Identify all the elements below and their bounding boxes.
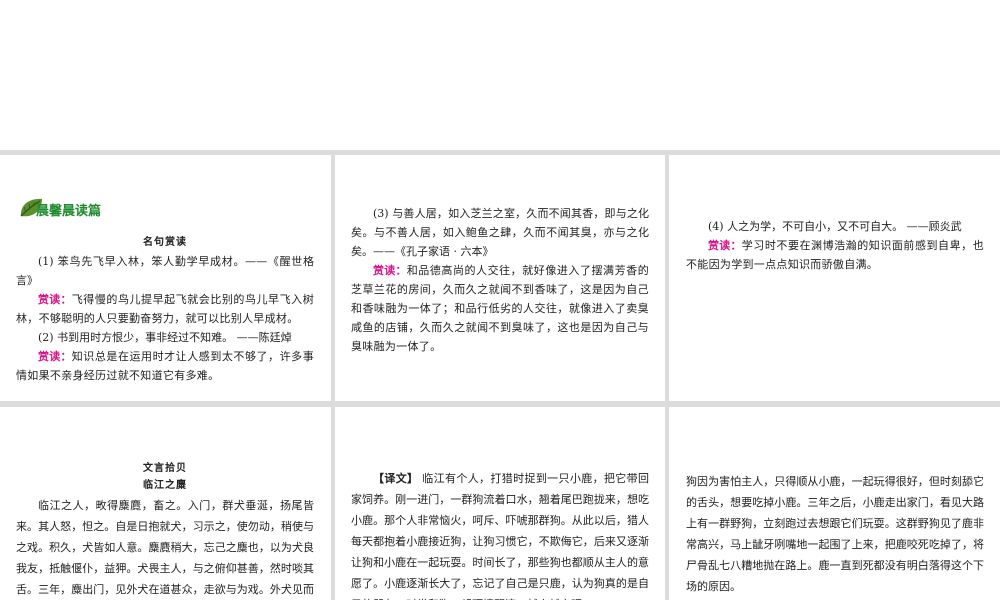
- slide-panel-translation-2[interactable]: 狗因为害怕主人，只得顺从小鹿，一起玩得很好，但时刻舔它的舌头，想要吃掉小鹿。三年…: [669, 407, 1000, 600]
- quote-1-commentary: 赏读：飞得慢的鸟儿提早起飞就会比别的鸟儿早飞入树林，不够聪明的人只要勤奋努力，就…: [16, 290, 314, 328]
- translation-label: 【译文】: [373, 472, 419, 485]
- slide-panel-famous-quotes-1[interactable]: 晨馨晨读篇 名句赏读 (1) 笨鸟先飞早入林，笨人勤学早成材。——《醒世格言》 …: [0, 155, 331, 401]
- section-header: 晨馨晨读篇: [18, 196, 128, 222]
- commentary-label: 赏读：: [38, 350, 72, 363]
- section-title: 文言拾贝: [143, 463, 187, 474]
- translation-part-1: 【译文】 临江有个人，打猎时捉到一只小鹿，把它带回家饲养。刚一进门，一群狗流着口…: [351, 468, 649, 600]
- quote-4-commentary: 赏读：学习时不要在渊博浩瀚的知识面前感到自卑，也不能因为学到一点点知识而骄傲自满…: [686, 236, 984, 274]
- passage-title: 临江之麋: [143, 480, 187, 491]
- quote-4: (4) 人之为学，不可自小，又不可自大。 ——顾炎武: [708, 220, 962, 233]
- classical-passage: 临江之人，畋得麋麑，畜之。入门，群犬垂涎，扬尾皆来。其人怒，怛之。自是日抱就犬，…: [16, 499, 314, 596]
- commentary-text: 和品德高尚的人交往，就好像进入了摆满芳香的芝草兰花的房间，久而久之就闻不到香味了…: [351, 264, 649, 353]
- quote-3-commentary: 赏读：和品德高尚的人交往，就好像进入了摆满芳香的芝草兰花的房间，久而久之就闻不到…: [351, 261, 649, 356]
- slide-panel-famous-quotes-2[interactable]: (3) 与善人居，如入芝兰之室，久而不闻其香，即与之化矣。与不善人居，如入鲍鱼之…: [335, 155, 665, 401]
- slide-panel-famous-quotes-3[interactable]: (4) 人之为学，不可自小，又不可自大。 ——顾炎武 赏读：学习时不要在渊博浩瀚…: [669, 155, 1000, 401]
- quote-3: (3) 与善人居，如入芝兰之室，久而不闻其香，即与之化矣。与不善人居，如入鲍鱼之…: [351, 207, 649, 258]
- quote-2: (2) 书到用时方恨少，事非经过不知难。 ——陈廷焯: [38, 331, 292, 344]
- translation-text: 临江有个人，打猎时捉到一只小鹿，把它带回家饲养。刚一进门，一群狗流着口水，翘着尾…: [351, 472, 650, 600]
- translation-part-2: 狗因为害怕主人，只得顺从小鹿，一起玩得很好，但时刻舔它的舌头，想要吃掉小鹿。三年…: [686, 475, 984, 593]
- slide-panel-translation-1[interactable]: 【译文】 临江有个人，打猎时捉到一只小鹿，把它带回家饲养。刚一进门，一群狗流着口…: [335, 407, 665, 600]
- quote-1: (1) 笨鸟先飞早入林，笨人勤学早成材。——《醒世格言》: [16, 255, 314, 287]
- commentary-label: 赏读：: [708, 239, 742, 252]
- section-header-title: 晨馨晨读篇: [36, 204, 102, 219]
- quote-2-commentary: 赏读：知识总是在运用时才让人感到太不够了，许多事情如果不亲身经历过就不知道它有多…: [16, 347, 314, 385]
- slide-panel-classical-text[interactable]: 文言拾贝 临江之麋 临江之人，畋得麋麑，畜之。入门，群犬垂涎，扬尾皆来。其人怒，…: [0, 407, 331, 600]
- commentary-label: 赏读：: [38, 293, 72, 306]
- section-subtitle: 名句赏读: [143, 237, 187, 248]
- commentary-label: 赏读：: [373, 264, 407, 277]
